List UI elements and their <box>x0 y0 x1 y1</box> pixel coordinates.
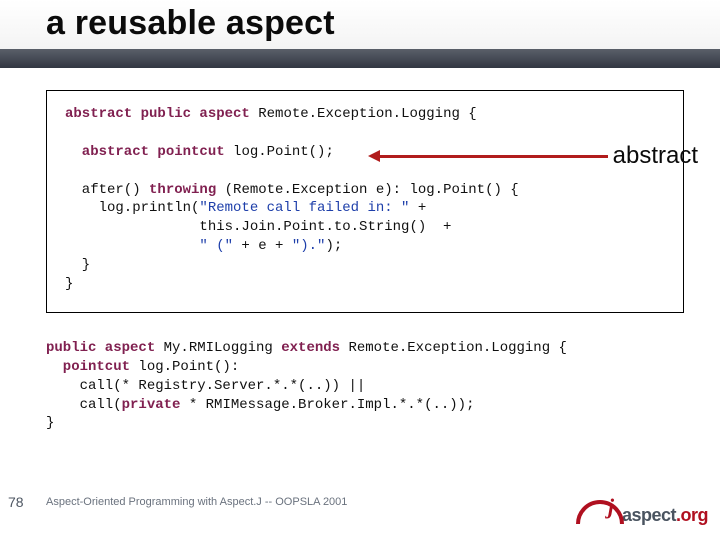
code-text: + <box>409 200 426 216</box>
footer-citation: Aspect-Oriented Programming with Aspect.… <box>46 496 347 508</box>
kw-private: private <box>122 397 181 413</box>
code-text: log.Point(): <box>130 359 239 375</box>
kw-abstract-public-aspect: abstract public aspect <box>65 106 250 122</box>
code-text: } <box>46 415 54 431</box>
kw-pointcut: pointcut <box>46 359 130 375</box>
code-text: ); <box>325 238 342 254</box>
code-text: Remote.Exception.Logging { <box>340 340 567 356</box>
code-text: } <box>65 257 90 273</box>
abstract-aspect-code: abstract public aspect Remote.Exception.… <box>46 90 684 313</box>
kw-extends: extends <box>281 340 340 356</box>
string-literal: "Remote call failed in: " <box>199 200 409 216</box>
code-text: * RMIMessage.Broker.Impl.*.*(..)); <box>180 397 474 413</box>
string-literal: ")." <box>292 238 326 254</box>
code-text: (Remote.Exception e): log.Point() { <box>216 182 518 198</box>
slide-content: abstract public aspect Remote.Exception.… <box>0 68 720 433</box>
code-text <box>65 238 199 254</box>
code-text: log.println( <box>65 200 199 216</box>
arrow-line-icon <box>378 155 608 158</box>
code-text: + e + <box>233 238 292 254</box>
code-text: call(* Registry.Server.*.*(..)) || <box>46 378 365 394</box>
kw-public-aspect: public aspect <box>46 340 155 356</box>
aspectj-logo-text: aspect.org <box>622 506 708 524</box>
code-text: log.Point(); <box>225 144 334 160</box>
concrete-aspect-code: public aspect My.RMILogging extends Remo… <box>46 339 684 433</box>
page-number: 78 <box>8 494 24 510</box>
callout-abstract-label: abstract <box>613 142 698 170</box>
aspectj-logo: j aspect.org <box>578 494 708 524</box>
slide-title: a reusable aspect <box>46 4 335 43</box>
code-text: call( <box>46 397 122 413</box>
string-literal: " (" <box>199 238 233 254</box>
code-text: after() <box>65 182 149 198</box>
kw-throwing: throwing <box>149 182 216 198</box>
code-text: } <box>65 276 73 292</box>
aspectj-logo-icon: j <box>578 494 618 524</box>
arrow-head-icon <box>368 150 380 162</box>
code-text: Remote.Exception.Logging { <box>250 106 477 122</box>
code-text: this.Join.Point.to.String() + <box>65 219 451 235</box>
callout-arrow <box>378 155 608 157</box>
kw-abstract-pointcut: abstract pointcut <box>65 144 225 160</box>
code-text: My.RMILogging <box>155 340 281 356</box>
